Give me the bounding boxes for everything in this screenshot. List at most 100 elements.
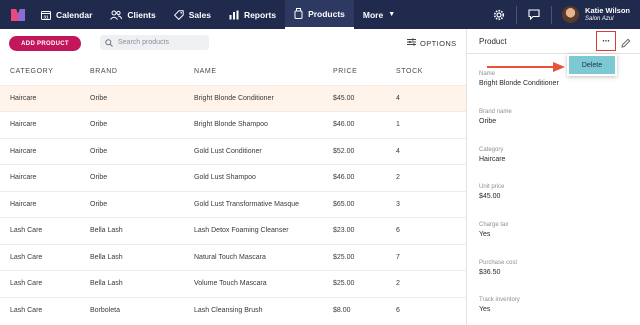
nav-reports[interactable]: Reports — [220, 0, 285, 29]
field-label: Category — [479, 147, 504, 153]
field-category: Category Haircare — [479, 147, 505, 163]
table-row[interactable]: Lash Care Bella Lash Natural Touch Masca… — [0, 243, 466, 271]
chevron-down-icon: ▼ — [388, 11, 396, 18]
field-value: Haircare — [479, 156, 506, 163]
cell-stock: 6 — [396, 296, 466, 324]
field-label: Brand name — [479, 109, 512, 115]
more-options-menu: Delete — [567, 54, 617, 76]
search-input[interactable]: Search products — [100, 35, 209, 50]
cell-name: Gold Lust Shampoo — [194, 164, 333, 191]
cell-name: Natural Touch Mascara — [194, 243, 333, 271]
field-track-inventory: Track inventory Yes — [479, 297, 520, 313]
field-label: Charge tax — [479, 222, 509, 228]
svg-text:31: 31 — [43, 14, 49, 19]
bar-chart-icon — [229, 10, 239, 20]
cell-price: $25.00 — [333, 243, 396, 271]
table-row[interactable]: Haircare Oribe Bright Blonde Shampoo $46… — [0, 111, 466, 138]
column-header-brand[interactable]: BRAND — [90, 59, 194, 85]
table-row[interactable]: Haircare Oribe Gold Lust Shampoo $46.00 … — [0, 164, 466, 191]
cell-brand: Bella Lash — [90, 270, 194, 297]
field-unit-price: Unit price $45.00 — [479, 184, 504, 200]
cell-brand: Bella Lash — [90, 243, 194, 271]
cell-category: Haircare — [0, 164, 90, 191]
nav-products[interactable]: Products — [285, 0, 354, 29]
cell-category: Lash Care — [0, 243, 90, 271]
tag-icon — [173, 9, 184, 20]
table-header: CATEGORY BRAND NAME PRICE STOCK — [0, 59, 466, 85]
add-product-button[interactable]: ADD PRODUCT — [9, 36, 81, 51]
cell-price: $8.00 — [333, 296, 396, 324]
cell-name: Lash Detox Foaming Cleanser — [194, 217, 333, 244]
products-icon — [294, 8, 303, 19]
field-value: $45.00 — [479, 193, 501, 200]
column-header-category[interactable]: CATEGORY — [0, 59, 90, 85]
cell-category: Lash Care — [0, 296, 90, 324]
cell-brand: Oribe — [90, 111, 194, 138]
cell-category: Lash Care — [0, 270, 90, 297]
cell-name: Volume Touch Mascara — [194, 270, 333, 297]
nav-sales-label: Sales — [188, 9, 211, 20]
table-row[interactable]: Lash Care Bella Lash Volume Touch Mascar… — [0, 270, 466, 297]
nav-calendar-label: Calendar — [56, 9, 93, 20]
cell-price: $23.00 — [333, 217, 396, 244]
field-label: Purchase cost — [479, 260, 518, 266]
cell-brand: Oribe — [90, 84, 194, 112]
search-placeholder: Search products — [118, 39, 169, 46]
cell-price: $65.00 — [333, 190, 396, 218]
field-purchase-cost: Purchase cost $36.50 — [479, 260, 517, 276]
options-button[interactable]: OPTIONS — [407, 38, 457, 48]
nav-more-label: More — [362, 9, 384, 20]
nav-more[interactable]: More ▼ — [354, 0, 404, 29]
cell-name: Bright Blonde Conditioner — [194, 84, 333, 112]
more-options-button[interactable]: ··· — [596, 31, 616, 51]
clients-icon — [110, 10, 123, 20]
cell-stock: 3 — [396, 190, 466, 218]
cell-brand: Oribe — [90, 137, 194, 165]
field-value: Yes — [479, 231, 491, 238]
top-right-controls: Katie Wilson Salon Azul — [486, 0, 640, 29]
field-value: $36.50 — [479, 269, 501, 276]
delete-menu-item[interactable]: Delete — [569, 56, 615, 74]
table-row[interactable]: Haircare Oribe Bright Blonde Conditioner… — [0, 84, 466, 112]
nav-reports-label: Reports — [243, 9, 277, 20]
nav-clients[interactable]: Clients — [101, 0, 164, 29]
cell-stock: 2 — [396, 164, 466, 191]
user-salon: Salon Azul — [585, 16, 614, 23]
user-menu[interactable]: Katie Wilson Salon Azul — [585, 7, 630, 23]
more-dots-icon: ··· — [602, 36, 610, 46]
products-table: CATEGORY BRAND NAME PRICE STOCK Haircare… — [0, 59, 466, 324]
table-row[interactable]: Haircare Oribe Gold Lust Conditioner $52… — [0, 137, 466, 165]
cell-category: Haircare — [0, 190, 90, 218]
app-logo-icon[interactable] — [4, 0, 32, 29]
cell-stock: 2 — [396, 270, 466, 297]
cell-brand: Oribe — [90, 164, 194, 191]
products-toolbar: ADD PRODUCT Search products OPTIONS — [0, 29, 466, 59]
table-row[interactable]: Haircare Oribe Gold Lust Transformative … — [0, 190, 466, 218]
cell-name: Bright Blonde Shampoo — [194, 111, 333, 138]
cell-stock: 1 — [396, 111, 466, 138]
field-value: Oribe — [479, 118, 497, 125]
cell-price: $25.00 — [333, 270, 396, 297]
options-label: OPTIONS — [420, 38, 457, 48]
nav-clients-label: Clients — [127, 9, 156, 20]
table-row[interactable]: Lash Care Bella Lash Lash Detox Foaming … — [0, 217, 466, 244]
nav-sales[interactable]: Sales — [165, 0, 220, 29]
cell-category: Haircare — [0, 84, 90, 112]
avatar[interactable] — [562, 6, 580, 23]
field-value: Yes — [479, 306, 491, 313]
field-charge-tax: Charge tax Yes — [479, 222, 508, 238]
field-brand-name: Brand name Oribe — [479, 109, 512, 125]
column-header-name[interactable]: NAME — [194, 59, 333, 85]
column-header-price[interactable]: PRICE — [333, 59, 396, 85]
cell-brand: Oribe — [90, 190, 194, 218]
search-icon — [105, 34, 113, 52]
gear-icon[interactable] — [486, 0, 512, 29]
column-header-stock[interactable]: STOCK — [396, 59, 466, 85]
nav-calendar[interactable]: 31 Calendar — [32, 0, 101, 29]
chat-icon[interactable] — [521, 0, 547, 29]
pencil-icon[interactable] — [621, 35, 631, 53]
cell-stock: 7 — [396, 243, 466, 271]
table-row[interactable]: Lash Care Borboleta Lash Cleansing Brush… — [0, 296, 466, 324]
nav-products-label: Products — [308, 8, 345, 19]
cell-stock: 6 — [396, 217, 466, 244]
